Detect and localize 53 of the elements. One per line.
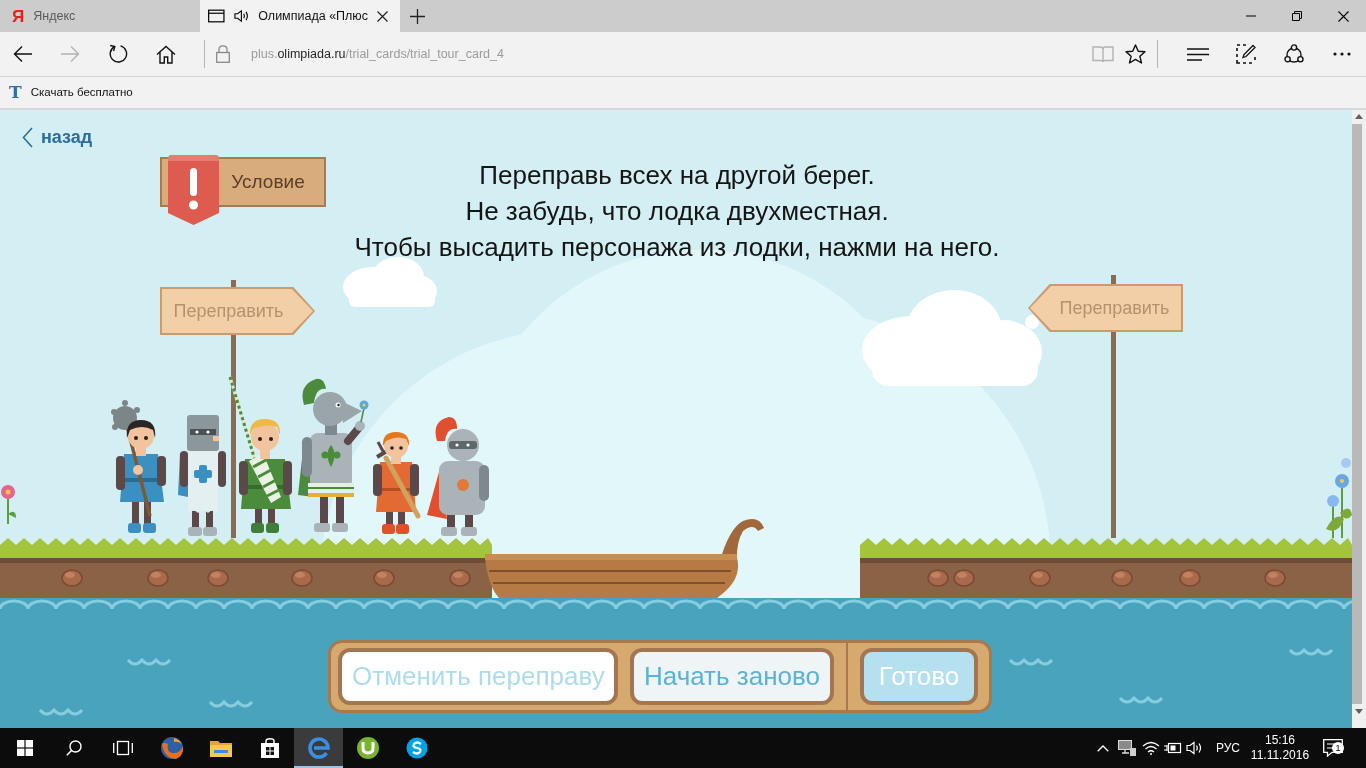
notification-icon[interactable] [1323, 739, 1343, 757]
back-link[interactable]: назад [22, 124, 93, 151]
computer-icon[interactable] [1118, 740, 1136, 756]
home-icon[interactable] [156, 44, 176, 64]
knight-with-cross[interactable] [176, 413, 228, 538]
instruction-text: Не забудь, что лодка двухместная. [465, 195, 889, 228]
page-icon [208, 9, 225, 23]
task-view-icon [112, 740, 133, 756]
flower-icon [1324, 455, 1352, 538]
folder-icon [209, 739, 232, 757]
star-icon[interactable] [1124, 44, 1146, 64]
s-logo-icon [405, 737, 428, 759]
refresh-icon[interactable] [108, 44, 128, 64]
browser-globe-icon [159, 736, 184, 760]
plus-icon[interactable] [409, 8, 425, 24]
lock-icon[interactable] [216, 45, 230, 63]
back-icon[interactable] [13, 45, 33, 63]
battery-icon[interactable] [1164, 742, 1182, 754]
scrollbar-thumb[interactable] [1352, 124, 1362, 704]
browser-tab[interactable]: Я Яндекс [0, 0, 200, 32]
close-icon[interactable] [377, 10, 388, 22]
share-icon[interactable] [1284, 44, 1304, 64]
instruction-text: Чтобы высадить персонажа из лодки, нажми на него. [354, 231, 1000, 264]
site-logo: Я [12, 7, 25, 25]
u-logo-icon [356, 737, 379, 759]
clock-time[interactable]: 15:16 [1265, 733, 1295, 748]
browser-tab[interactable]: Олимпиада «Плюс [200, 0, 400, 32]
address-field[interactable]: plus.olimpiada.ru/trial_cards/trial_tour_card_4 [251, 44, 504, 64]
pen-in-square-icon[interactable] [1236, 44, 1256, 64]
volume-icon[interactable] [1186, 741, 1202, 755]
condition-button[interactable]: Условие [160, 155, 326, 225]
chevron-left-icon [22, 127, 33, 148]
favorite-link[interactable]: T Скачать бесплатно [9, 83, 133, 102]
start-icon [16, 740, 33, 756]
close-icon[interactable] [1337, 10, 1349, 22]
speaker-icon[interactable] [233, 9, 250, 23]
clock-date[interactable]: 11.11.2016 [1250, 748, 1310, 763]
wifi-icon[interactable] [1142, 741, 1160, 755]
notification-count: 1 [1332, 742, 1344, 754]
language-indicator[interactable]: РУС [1216, 739, 1240, 757]
taskbar-button[interactable] [294, 728, 343, 768]
e-logo-icon [307, 737, 330, 759]
exclamation-ribbon-icon [168, 155, 219, 225]
list-lines-icon[interactable] [1187, 47, 1209, 61]
shopping-bag-icon [259, 738, 280, 758]
site-logo: T [9, 84, 22, 101]
scrollbar-track[interactable] [1352, 110, 1366, 728]
search-icon [65, 740, 82, 756]
chevron-down-icon[interactable] [1355, 709, 1363, 714]
more-dots-icon[interactable] [1333, 52, 1351, 56]
chevron-up-icon[interactable] [1097, 744, 1109, 752]
restore-icon[interactable] [1292, 11, 1302, 21]
instruction-text: Переправь всех на другой берег. [479, 159, 875, 192]
